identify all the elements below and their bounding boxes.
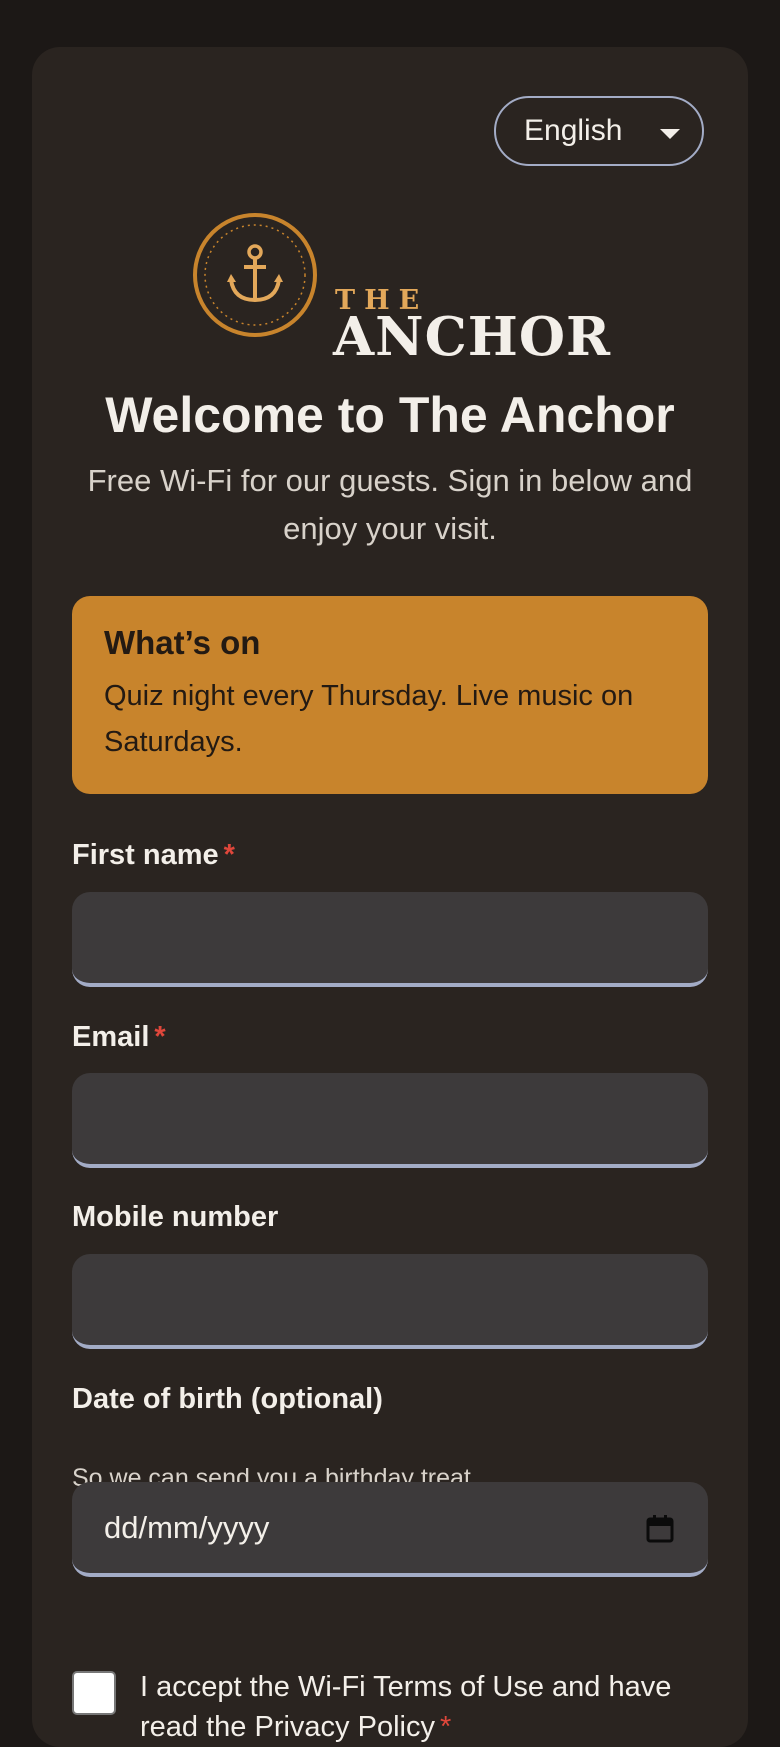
terms-label-text: I accept the Wi-Fi Terms of Use and have…: [140, 1671, 672, 1743]
language-select-value: English: [524, 114, 623, 147]
logo-text-anchor: ANCHOR: [333, 306, 612, 368]
mobile-input[interactable]: [72, 1254, 708, 1349]
email-label: Email *: [72, 1019, 166, 1055]
chevron-down-icon: [660, 129, 680, 139]
whats-on-title: What’s on: [104, 624, 261, 661]
brand-logo: THE ANCHOR: [192, 212, 612, 364]
mobile-label: Mobile number: [72, 1201, 279, 1233]
terms-label: I accept the Wi-Fi Terms of Use and have…: [140, 1667, 710, 1747]
email-input[interactable]: [72, 1073, 708, 1168]
whats-on-text: Quiz night every Thursday. Live music on…: [104, 680, 634, 758]
dob-label: Date of birth (optional): [72, 1383, 383, 1415]
language-select[interactable]: English: [494, 96, 704, 166]
dob-input[interactable]: dd/mm/yyyy: [72, 1482, 708, 1577]
page-subtitle: Free Wi-Fi for our guests. Sign in below…: [87, 463, 693, 546]
required-marker: *: [154, 1021, 166, 1053]
email-label-text: Email: [72, 1021, 150, 1053]
terms-checkbox[interactable]: [72, 1671, 116, 1715]
calendar-icon[interactable]: [646, 1514, 674, 1543]
required-marker: *: [223, 839, 235, 871]
portal-card: English THE ANCHOR Welcome to The Anchor…: [32, 47, 748, 1747]
first-name-input[interactable]: [72, 892, 708, 987]
dob-placeholder: dd/mm/yyyy: [104, 1509, 270, 1545]
first-name-label-text: First name: [72, 839, 219, 871]
page-title: Welcome to The Anchor: [105, 387, 675, 443]
whats-on-banner: What’s on Quiz night every Thursday. Liv…: [72, 596, 708, 794]
anchor-badge-icon: [193, 213, 317, 337]
required-marker: *: [439, 1711, 452, 1743]
first-name-label: First name *: [72, 837, 235, 873]
